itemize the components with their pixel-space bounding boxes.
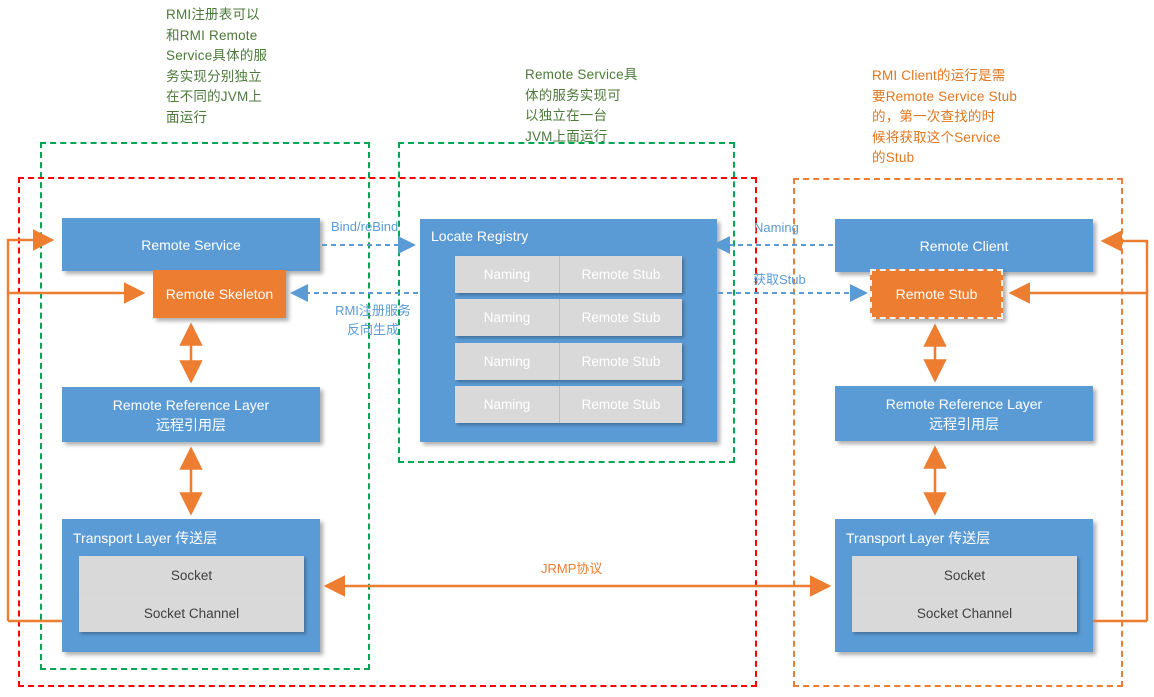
label-naming: Naming <box>754 220 799 235</box>
registry-row[interactable]: Naming Remote Stub <box>455 343 682 380</box>
transport-layer-client-title: Transport Layer 传送层 <box>846 530 991 546</box>
rrl-client-en: Remote Reference Layer <box>885 395 1043 412</box>
remote-service-box[interactable]: Remote Service <box>62 218 320 271</box>
remote-client-box[interactable]: Remote Client <box>835 219 1093 272</box>
remote-reference-layer-client-label: Remote Reference Layer 远程引用层 <box>835 394 1093 434</box>
remote-stub-box-client[interactable]: Remote Stub <box>870 269 1003 319</box>
rmi-architecture-diagram: RMI注册表可以 和RMI Remote Service具体的服 务实现分别独立… <box>0 0 1154 697</box>
socket-channel-box-server[interactable]: Socket Channel <box>79 594 304 632</box>
registry-row[interactable]: Naming Remote Stub <box>455 386 682 423</box>
registry-naming-cell[interactable]: Naming <box>455 299 560 336</box>
note-rmi-client-stub: RMI Client的运行是需 要Remote Service Stub 的，第… <box>872 68 1018 165</box>
registry-naming-cell[interactable]: Naming <box>455 386 560 423</box>
label-bind-rebind: Bind/reBind <box>331 219 399 234</box>
socket-box-server[interactable]: Socket <box>79 556 304 594</box>
remote-reference-layer-server[interactable]: Remote Reference Layer 远程引用层 <box>62 387 320 442</box>
remote-reference-layer-client[interactable]: Remote Reference Layer 远程引用层 <box>835 386 1093 441</box>
registry-row[interactable]: Naming Remote Stub <box>455 299 682 336</box>
registry-stub-cell[interactable]: Remote Stub <box>560 256 682 293</box>
rrl-server-en: Remote Reference Layer <box>112 396 270 413</box>
remote-reference-layer-server-label: Remote Reference Layer 远程引用层 <box>62 395 320 435</box>
remote-skeleton-box[interactable]: Remote Skeleton <box>153 270 286 318</box>
registry-naming-cell[interactable]: Naming <box>455 343 560 380</box>
registry-stub-cell[interactable]: Remote Stub <box>560 299 682 336</box>
transport-layer-server-title: Transport Layer 传送层 <box>73 530 218 546</box>
rrl-client-zh: 远程引用层 <box>929 415 999 432</box>
remote-client-label: Remote Client <box>919 237 1009 254</box>
label-get-stub: 获取Stub <box>753 272 806 287</box>
locate-registry-title: Locate Registry <box>431 228 529 244</box>
registry-naming-cell[interactable]: Naming <box>455 256 560 293</box>
remote-service-label: Remote Service <box>141 236 241 253</box>
registry-row[interactable]: Naming Remote Stub <box>455 256 682 293</box>
label-jrmp: JRMP协议 <box>541 561 603 576</box>
registry-stub-cell[interactable]: Remote Stub <box>560 386 682 423</box>
note-remote-service-jvm: Remote Service具 体的服务实现可 以独立在一台 JVM上面运行 <box>525 67 638 144</box>
socket-box-client[interactable]: Socket <box>852 556 1077 594</box>
note-jvm-separation: RMI注册表可以 和RMI Remote Service具体的服 务实现分别独立… <box>166 7 268 125</box>
rrl-server-zh: 远程引用层 <box>156 416 226 433</box>
registry-stub-cell[interactable]: Remote Stub <box>560 343 682 380</box>
socket-channel-box-client[interactable]: Socket Channel <box>852 594 1077 632</box>
label-rmi-reverse-gen: RMI注册服务 反向生成 <box>335 303 411 337</box>
